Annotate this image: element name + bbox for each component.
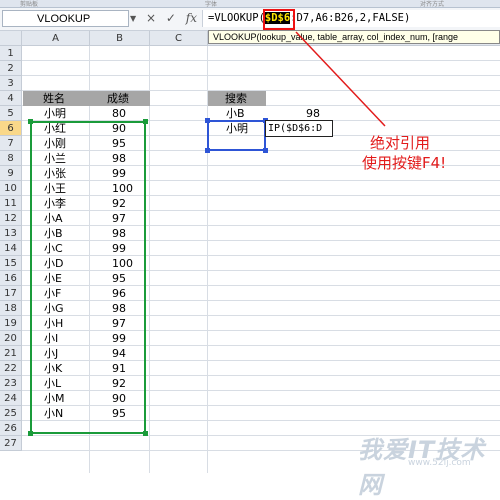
annotation-text: 绝对引用 使用按键F4! bbox=[362, 133, 446, 173]
arrow-line bbox=[295, 31, 386, 127]
annotation-line-2: 使用按键F4! bbox=[362, 154, 447, 172]
watermark-url: www.52ij.com bbox=[408, 458, 471, 468]
annotation-line-1: 绝对引用 bbox=[370, 134, 431, 152]
annotation-arrow bbox=[295, 31, 386, 127]
watermark: 我爱IT技术网 www.52ij.com bbox=[318, 428, 500, 499]
